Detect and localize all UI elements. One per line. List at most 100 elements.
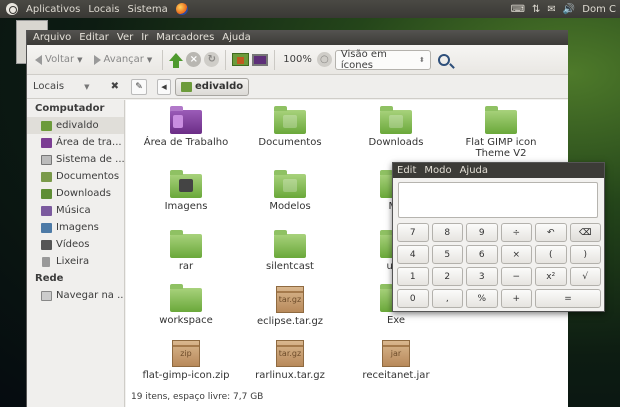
menu-ajuda[interactable]: Ajuda: [458, 165, 490, 176]
sidebar-item-filesystem[interactable]: Sistema de ...: [27, 151, 124, 168]
file-item-flat-gimp-theme[interactable]: Flat GIMP icon Theme V2: [451, 106, 551, 159]
computer-icon[interactable]: [252, 53, 269, 66]
location-bar: Locais ▼ ✖ ✎ ◀ edivaldo: [27, 75, 568, 99]
calculator-display[interactable]: [398, 182, 598, 218]
archive-icon: zip: [172, 340, 200, 367]
breadcrumb-scroll-left[interactable]: ◀: [157, 78, 171, 95]
sidebar-section-computer: Computador: [35, 103, 105, 114]
indicator-area: ⌨ ⇅ ✉ 🔊 Dom C: [511, 0, 620, 18]
key-sqrt[interactable]: √: [569, 267, 601, 286]
volume-icon[interactable]: 🔊: [563, 4, 575, 15]
file-item-eclipse[interactable]: tar.gz eclipse.tar.gz: [240, 286, 340, 327]
pictures-folder-icon: [41, 222, 52, 233]
chevron-down-icon: ▼: [84, 82, 90, 91]
key-4[interactable]: 4: [397, 245, 429, 264]
toolbar-divider: [162, 49, 164, 70]
breadcrumb-home[interactable]: edivaldo: [175, 77, 250, 96]
edit-location-button[interactable]: ✎: [131, 78, 147, 95]
key-2[interactable]: 2: [431, 267, 463, 286]
key-9[interactable]: 9: [466, 223, 498, 242]
menu-modo[interactable]: Modo: [422, 165, 453, 176]
key-7[interactable]: 7: [397, 223, 429, 242]
view-mode-select[interactable]: Visão em ícones ⬍: [334, 49, 431, 71]
sidebar-item-edivaldo[interactable]: edivaldo: [27, 117, 124, 134]
menu-marcadores[interactable]: Marcadores: [152, 32, 218, 43]
side-pane-selector[interactable]: Locais ▼ ✖: [27, 81, 127, 92]
file-item-imagens[interactable]: Imagens: [136, 170, 236, 212]
mail-icon[interactable]: ✉: [547, 4, 555, 15]
key-close-paren[interactable]: ): [569, 245, 601, 264]
key-square[interactable]: x²: [535, 267, 567, 286]
downloads-folder-icon: [380, 106, 412, 134]
key-open-paren[interactable]: (: [535, 245, 567, 264]
clock[interactable]: Dom C: [582, 4, 616, 15]
file-item-modelos[interactable]: Modelos: [240, 170, 340, 212]
file-item-rarlinux[interactable]: tar.gz rarlinux.tar.gz: [240, 340, 340, 381]
reload-icon[interactable]: ↻: [204, 52, 220, 67]
sidebar-item-desktop[interactable]: Área de tra...: [27, 134, 124, 151]
search-icon[interactable]: [437, 53, 450, 66]
file-item-receitanet[interactable]: jar receitanet.jar: [346, 340, 446, 381]
sidebar-section-network: Rede: [35, 273, 64, 284]
file-item-rar[interactable]: rar: [136, 230, 236, 272]
sidebar-item-pictures[interactable]: Imagens: [27, 219, 124, 236]
file-item-flat-gimp-zip[interactable]: zip flat-gimp-icon.zip: [136, 340, 236, 381]
file-item-silentcast[interactable]: silentcast: [240, 230, 340, 272]
sidebar-item-videos[interactable]: Vídeos: [27, 236, 124, 253]
home-icon[interactable]: [232, 53, 250, 66]
file-item-documentos[interactable]: Documentos: [240, 106, 340, 148]
file-item-downloads[interactable]: Downloads: [346, 106, 446, 148]
back-arrow-icon: [35, 54, 42, 65]
key-decimal[interactable]: ,: [431, 289, 463, 308]
menu-places[interactable]: Locais: [84, 4, 123, 15]
sidebar-item-music[interactable]: Música: [27, 202, 124, 219]
key-8[interactable]: 8: [431, 223, 463, 242]
menu-ir[interactable]: Ir: [137, 32, 152, 43]
key-subtract[interactable]: −: [500, 267, 532, 286]
jar-file-icon: jar: [382, 340, 410, 367]
key-multiply[interactable]: ×: [500, 245, 532, 264]
menu-arquivo[interactable]: Arquivo: [29, 32, 75, 43]
key-add[interactable]: +: [500, 289, 532, 308]
key-equals[interactable]: =: [535, 289, 601, 308]
key-1[interactable]: 1: [397, 267, 429, 286]
close-pane-icon[interactable]: ✖: [111, 81, 119, 92]
back-button[interactable]: Voltar ▼: [31, 52, 87, 67]
stop-icon[interactable]: ×: [186, 52, 202, 67]
up-arrow-icon[interactable]: [169, 52, 184, 68]
fm-menubar: Arquivo Editar Ver Ir Marcadores Ajuda: [27, 30, 568, 45]
key-percent[interactable]: %: [466, 289, 498, 308]
keyboard-icon[interactable]: ⌨: [511, 4, 525, 15]
music-folder-icon: [41, 205, 52, 216]
archive-icon: tar.gz: [276, 340, 304, 367]
documents-folder-icon: [274, 106, 306, 134]
archive-icon: tar.gz: [276, 286, 304, 313]
key-0[interactable]: 0: [397, 289, 429, 308]
sidebar-item-trash[interactable]: Lixeira: [27, 253, 124, 270]
key-divide[interactable]: ÷: [500, 223, 532, 242]
pictures-folder-icon: [170, 170, 202, 198]
key-3[interactable]: 3: [466, 267, 498, 286]
key-5[interactable]: 5: [431, 245, 463, 264]
menu-edit[interactable]: Edit: [395, 165, 418, 176]
menu-ver[interactable]: Ver: [113, 32, 137, 43]
documents-folder-icon: [41, 171, 52, 182]
zoom-reset-icon[interactable]: ○: [316, 52, 332, 67]
menu-applications[interactable]: Aplicativos: [22, 4, 84, 15]
sidebar-item-documents[interactable]: Documentos: [27, 168, 124, 185]
undo-button[interactable]: ↶: [535, 223, 567, 242]
menu-ajuda[interactable]: Ajuda: [218, 32, 254, 43]
filesystem-icon: [41, 154, 52, 165]
file-item-workspace[interactable]: workspace: [136, 284, 236, 326]
sidebar-item-browse-network[interactable]: Navegar na ...: [27, 287, 124, 304]
forward-button[interactable]: Avançar ▼: [90, 52, 157, 67]
file-item-desktop[interactable]: Área de Trabalho: [136, 106, 236, 148]
firefox-icon[interactable]: [175, 3, 188, 15]
sidebar-item-downloads[interactable]: Downloads: [27, 185, 124, 202]
desktop-folder-icon: [41, 137, 52, 148]
menu-editar[interactable]: Editar: [75, 32, 113, 43]
key-6[interactable]: 6: [466, 245, 498, 264]
network-indicator-icon[interactable]: ⇅: [532, 4, 540, 15]
backspace-button[interactable]: ⌫: [569, 223, 601, 242]
menu-system[interactable]: Sistema: [123, 4, 171, 15]
